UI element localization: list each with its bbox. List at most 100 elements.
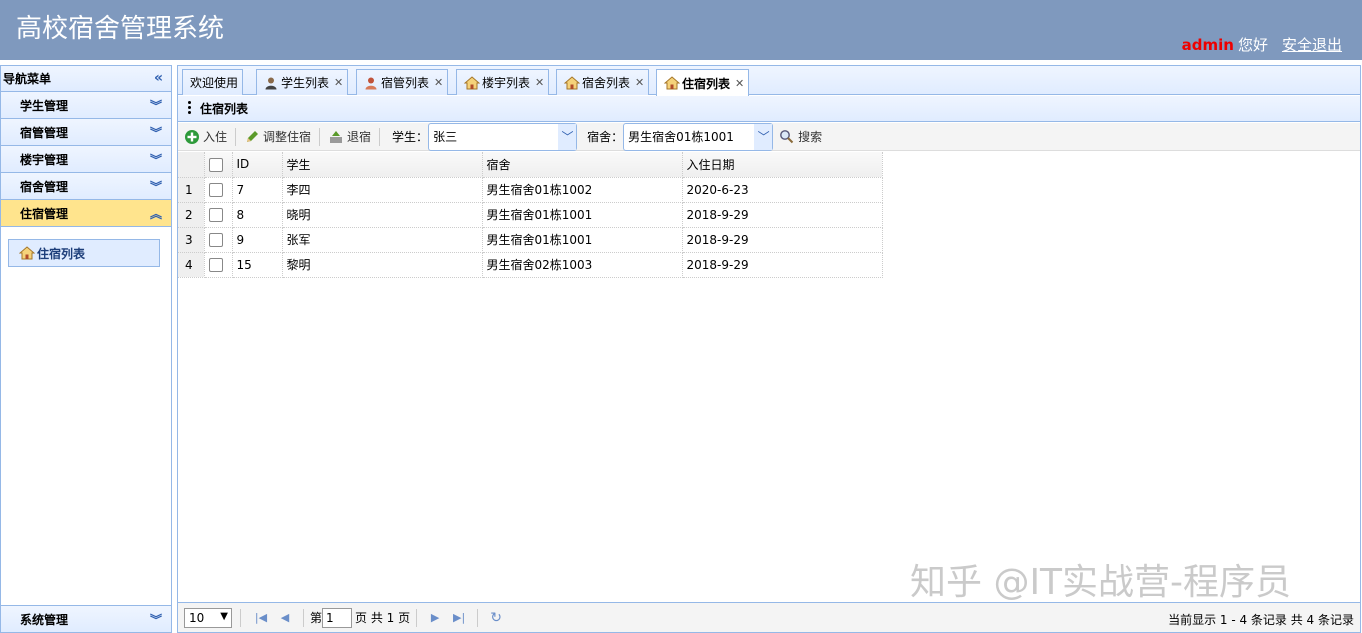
sidebar-item-accommodation[interactable]: 住宿管理 ︽ bbox=[1, 200, 171, 227]
row-checkbox[interactable] bbox=[208, 257, 223, 272]
row-number: 2 bbox=[178, 202, 205, 228]
chevron-down-icon[interactable]: ﹀ bbox=[754, 123, 773, 150]
pager-divider bbox=[416, 608, 418, 627]
row-checkbox[interactable] bbox=[208, 232, 223, 247]
pager-info: 当前显示 1 - 4 条记录 共 4 条记录 bbox=[1168, 613, 1354, 627]
panel-title-bar: 住宿列表 bbox=[178, 96, 1360, 122]
column-header-dorm[interactable]: 宿舍 bbox=[482, 152, 683, 178]
sidebar-item-dorm-manager[interactable]: 宿管管理 ︾ bbox=[1, 119, 171, 146]
pager-divider bbox=[303, 608, 304, 627]
dorm-filter-label: 宿舍： bbox=[587, 130, 624, 144]
chevron-double-down-icon: ︾ bbox=[149, 153, 162, 167]
checkout-button[interactable]: 退宿 bbox=[322, 126, 377, 148]
close-icon[interactable]: ✕ bbox=[635, 76, 644, 89]
sidebar-item-label: 宿舍管理 bbox=[20, 179, 69, 194]
checkin-button[interactable]: 入住 bbox=[178, 126, 233, 148]
row-checkbox[interactable] bbox=[208, 207, 223, 222]
greeting-text: 您好 bbox=[1237, 36, 1268, 54]
row-select-cell bbox=[204, 227, 233, 253]
cell-student: 张军 bbox=[282, 227, 483, 253]
house-icon bbox=[19, 246, 35, 260]
search-button[interactable]: 搜索 bbox=[773, 126, 828, 148]
refresh-icon[interactable]: ↻ bbox=[487, 609, 505, 627]
chevron-down-icon[interactable]: ﹀ bbox=[558, 123, 577, 150]
student-combobox-value: 张三 bbox=[433, 130, 458, 144]
sidebar-header: 导航菜单 « bbox=[1, 66, 171, 92]
page-size-select[interactable]: 10 ▼ bbox=[184, 607, 232, 628]
checkout-icon bbox=[330, 130, 343, 143]
dorm-combobox[interactable]: 男生宿舍01栋1001 ﹀ bbox=[623, 122, 774, 151]
row-number: 3 bbox=[178, 227, 205, 253]
app-header: 高校宿舍管理系统 admin 您好 安全退出 bbox=[0, 0, 1362, 60]
rownum-header bbox=[178, 152, 205, 178]
tab-dorm-manager-list[interactable]: 宿管列表 ✕ bbox=[356, 69, 449, 95]
sidebar-item-student[interactable]: 学生管理 ︾ bbox=[1, 92, 171, 119]
submenu-item-accommodation-list[interactable]: 住宿列表 bbox=[8, 239, 160, 267]
tab-dormitory-list[interactable]: 宿舍列表 ✕ bbox=[556, 69, 650, 95]
sidebar-item-label: 楼宇管理 bbox=[20, 152, 69, 167]
table-row[interactable]: 1 7 李四 男生宿舍01栋1002 2020-6-23 bbox=[178, 177, 883, 203]
sidebar-item-system[interactable]: 系统管理 ︾ bbox=[1, 605, 171, 632]
pagination-bar: 10 ▼ |◀ ◀ 第 1 页 共 1 页 ▶ ▶| ↻ 当前显示 1 - 4 … bbox=[178, 602, 1360, 632]
adjust-label: 调整住宿 bbox=[263, 130, 312, 144]
tab-accommodation-list[interactable]: 住宿列表 ✕ bbox=[656, 69, 750, 96]
cell-id: 8 bbox=[232, 202, 283, 228]
column-header-date[interactable]: 入住日期 bbox=[682, 152, 883, 178]
close-icon[interactable]: ✕ bbox=[434, 76, 443, 89]
user-icon bbox=[365, 77, 377, 89]
close-icon[interactable]: ✕ bbox=[535, 76, 544, 89]
row-select-cell bbox=[204, 252, 233, 278]
tab-building-list[interactable]: 楼宇列表 ✕ bbox=[456, 69, 550, 95]
pager-divider bbox=[240, 608, 241, 627]
column-header-id[interactable]: ID bbox=[232, 152, 283, 178]
house-icon bbox=[464, 75, 480, 89]
last-page-icon[interactable]: ▶| bbox=[450, 609, 468, 627]
chevron-double-down-icon: ︾ bbox=[149, 99, 162, 113]
house-icon bbox=[564, 75, 580, 89]
sidebar-item-label: 住宿管理 bbox=[20, 206, 69, 221]
select-all-checkbox[interactable] bbox=[208, 157, 223, 172]
search-label: 搜索 bbox=[798, 130, 823, 144]
student-filter-label: 学生： bbox=[392, 130, 429, 144]
cell-student: 黎明 bbox=[282, 252, 483, 278]
page-number-value: 1 bbox=[326, 610, 334, 625]
adjust-button[interactable]: 调整住宿 bbox=[238, 126, 317, 148]
row-checkbox[interactable] bbox=[208, 182, 223, 197]
sidebar-item-label: 宿管管理 bbox=[20, 125, 69, 140]
tab-welcome[interactable]: 欢迎使用 bbox=[182, 69, 244, 95]
student-combobox[interactable]: 张三 ﹀ bbox=[428, 122, 578, 151]
next-page-icon[interactable]: ▶ bbox=[426, 609, 444, 627]
cell-date: 2018-9-29 bbox=[682, 252, 883, 278]
sidebar-item-label: 系统管理 bbox=[20, 612, 69, 627]
collapse-left-icon[interactable]: « bbox=[154, 70, 163, 86]
close-icon[interactable]: ✕ bbox=[334, 76, 343, 89]
grip-icon bbox=[188, 101, 192, 116]
accommodation-submenu: 住宿列表 bbox=[1, 227, 171, 536]
tab-label: 住宿列表 bbox=[682, 76, 731, 91]
pencil-icon bbox=[247, 130, 259, 142]
select-all-cell bbox=[204, 152, 233, 178]
page-suffix: 页 共 1 页 bbox=[355, 611, 411, 625]
tab-label: 楼宇列表 bbox=[482, 76, 531, 90]
close-icon[interactable]: ✕ bbox=[735, 77, 744, 90]
tab-student-list[interactable]: 学生列表 ✕ bbox=[256, 69, 349, 95]
table-row[interactable]: 2 8 晓明 男生宿舍01栋1001 2018-9-29 bbox=[178, 202, 883, 228]
house-icon bbox=[664, 76, 680, 90]
logout-link[interactable]: 安全退出 bbox=[1282, 34, 1342, 55]
row-number: 1 bbox=[178, 177, 205, 203]
first-page-icon[interactable]: |◀ bbox=[252, 609, 270, 627]
page-number-input[interactable]: 1 bbox=[322, 607, 353, 628]
toolbar-divider bbox=[235, 127, 237, 146]
table-row[interactable]: 3 9 张军 男生宿舍01栋1001 2018-9-29 bbox=[178, 227, 883, 253]
sidebar-item-dormitory[interactable]: 宿舍管理 ︾ bbox=[1, 173, 171, 200]
column-header-student[interactable]: 学生 bbox=[282, 152, 483, 178]
main-panel: 欢迎使用 学生列表 ✕ 宿管列表 ✕ 楼宇列表 ✕ 宿舍列表 ✕ 住宿列表 ✕ … bbox=[177, 65, 1361, 633]
cell-dorm: 男生宿舍01栋1002 bbox=[482, 177, 683, 203]
prev-page-icon[interactable]: ◀ bbox=[276, 609, 294, 627]
sidebar-item-building[interactable]: 楼宇管理 ︾ bbox=[1, 146, 171, 173]
sidebar: 导航菜单 « 学生管理 ︾ 宿管管理 ︾ 楼宇管理 ︾ 宿舍管理 ︾ 住宿管理 … bbox=[0, 65, 172, 633]
row-number: 4 bbox=[178, 252, 205, 278]
cell-dorm: 男生宿舍01栋1001 bbox=[482, 227, 683, 253]
tabs-bar: 欢迎使用 学生列表 ✕ 宿管列表 ✕ 楼宇列表 ✕ 宿舍列表 ✕ 住宿列表 ✕ bbox=[178, 66, 1360, 96]
table-row[interactable]: 4 15 黎明 男生宿舍02栋1003 2018-9-29 bbox=[178, 252, 883, 278]
